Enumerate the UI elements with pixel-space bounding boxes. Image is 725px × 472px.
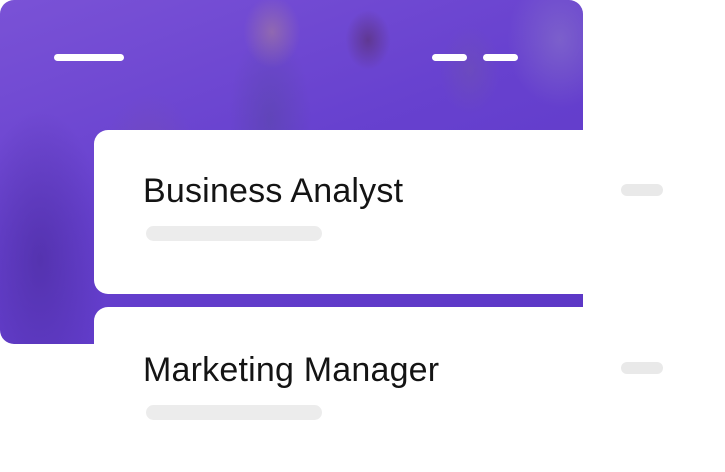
job-meta-placeholder xyxy=(621,184,663,196)
job-title: Business Analyst xyxy=(143,172,404,210)
hero-placeholder-dash xyxy=(432,54,467,61)
hero-placeholder-bar xyxy=(54,54,124,61)
job-card[interactable]: Business Analyst xyxy=(94,130,583,294)
job-subtitle-placeholder xyxy=(146,405,322,420)
job-card[interactable]: Marketing Manager xyxy=(94,307,583,472)
job-meta-placeholder xyxy=(621,362,663,374)
job-title: Marketing Manager xyxy=(143,351,440,389)
hero-placeholder-dash xyxy=(483,54,518,61)
job-subtitle-placeholder xyxy=(146,226,322,241)
